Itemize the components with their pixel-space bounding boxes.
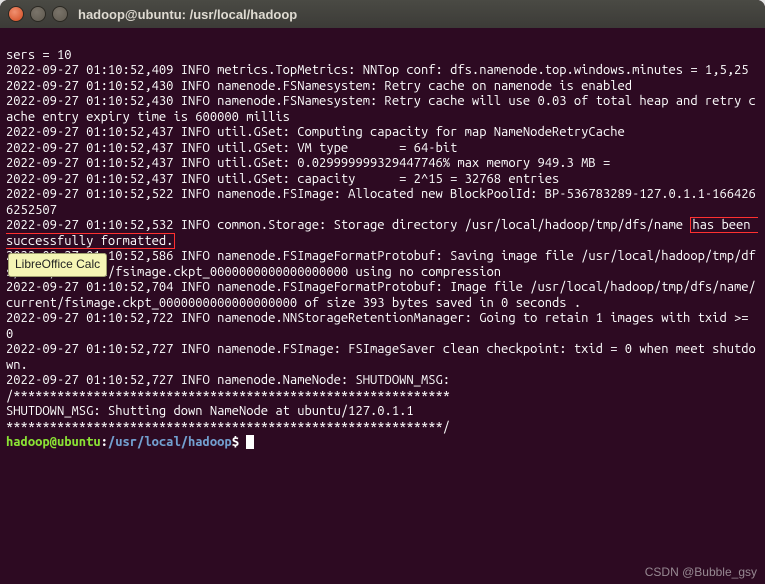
log-line: 2022-09-27 01:10:52,532 INFO common.Stor… <box>6 218 759 249</box>
prompt-line: hadoop@ubuntu:/usr/local/hadoop$ <box>6 435 759 451</box>
watermark: CSDN @Bubble_gsy <box>645 565 757 581</box>
log-line: 2022-09-27 01:10:52,437 INFO util.GSet: … <box>6 156 759 172</box>
window-title: hadoop@ubuntu: /usr/local/hadoop <box>78 7 297 22</box>
titlebar[interactable]: hadoop@ubuntu: /usr/local/hadoop <box>0 0 765 28</box>
log-line: 2022-09-27 01:10:52,437 INFO util.GSet: … <box>6 172 759 188</box>
log-line: 2022-09-27 01:10:52,430 INFO namenode.FS… <box>6 79 759 95</box>
prompt-path: /usr/local/hadoop <box>108 435 232 449</box>
log-line: 2022-09-27 01:10:52,727 INFO namenode.FS… <box>6 342 759 373</box>
terminal-window: hadoop@ubuntu: /usr/local/hadoop sers = … <box>0 0 765 584</box>
prompt-end: $ <box>232 435 239 449</box>
log-line: 2022-09-27 01:10:52,430 INFO namenode.FS… <box>6 94 759 125</box>
terminal-output[interactable]: sers = 102022-09-27 01:10:52,409 INFO me… <box>0 28 765 584</box>
maximize-icon[interactable] <box>52 6 68 22</box>
log-line: 2022-09-27 01:10:52,722 INFO namenode.NN… <box>6 311 759 342</box>
log-line: ****************************************… <box>6 420 759 436</box>
tooltip-libreoffice: LibreOffice Calc <box>8 253 107 277</box>
log-line: 2022-09-27 01:10:52,586 INFO namenode.FS… <box>6 249 759 280</box>
log-line: 2022-09-27 01:10:52,704 INFO namenode.FS… <box>6 280 759 311</box>
log-line: 2022-09-27 01:10:52,727 INFO namenode.Na… <box>6 373 759 389</box>
log-line: sers = 10 <box>6 48 759 64</box>
log-line: /***************************************… <box>6 389 759 405</box>
close-icon[interactable] <box>8 6 24 22</box>
prompt-user: hadoop@ubuntu <box>6 435 101 449</box>
window-controls <box>8 6 68 22</box>
cursor-icon <box>246 435 254 449</box>
log-line: 2022-09-27 01:10:52,437 INFO util.GSet: … <box>6 125 759 141</box>
minimize-icon[interactable] <box>30 6 46 22</box>
log-line: SHUTDOWN_MSG: Shutting down NameNode at … <box>6 404 759 420</box>
log-line: 2022-09-27 01:10:52,409 INFO metrics.Top… <box>6 63 759 79</box>
prompt-sep: : <box>101 435 108 449</box>
log-line: 2022-09-27 01:10:52,437 INFO util.GSet: … <box>6 141 759 157</box>
log-line: 2022-09-27 01:10:52,522 INFO namenode.FS… <box>6 187 759 218</box>
log-text: 2022-09-27 01:10:52,532 INFO common.Stor… <box>6 218 690 232</box>
